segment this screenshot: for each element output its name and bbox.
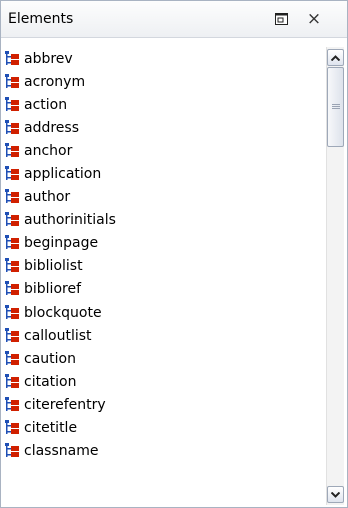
element-icon <box>5 304 19 321</box>
scroll-grip-icon <box>331 104 340 109</box>
list-item[interactable]: address <box>5 116 323 139</box>
element-label: citerefentry <box>24 396 106 413</box>
element-icon <box>5 212 19 228</box>
element-icon <box>5 235 19 251</box>
element-icon <box>5 281 19 297</box>
list-item[interactable]: authorinitials <box>5 209 323 232</box>
list-item[interactable]: author <box>5 186 323 209</box>
panel-title: Elements <box>8 11 74 27</box>
element-label: citation <box>24 373 77 390</box>
element-icon <box>5 327 19 344</box>
element-label: blockquote <box>24 304 102 321</box>
list-item[interactable]: citation <box>5 370 323 393</box>
element-label: biblioref <box>24 281 81 298</box>
element-label: anchor <box>24 142 73 159</box>
element-icon <box>5 350 19 367</box>
vertical-scrollbar[interactable] <box>326 47 344 505</box>
list-item[interactable]: action <box>5 93 323 116</box>
restore-icon[interactable] <box>271 9 291 29</box>
list-item[interactable]: biblioref <box>5 278 323 301</box>
element-list: abbrev acronym action address anchor applicat… <box>5 47 323 505</box>
list-item[interactable]: abbrev <box>5 47 323 70</box>
element-label: application <box>24 166 102 183</box>
element-label: caution <box>24 350 76 367</box>
element-icon <box>5 396 19 413</box>
list-item[interactable]: anchor <box>5 139 323 162</box>
element-icon <box>5 96 19 113</box>
elements-panel: Elements × abbrev acronym action address anc… <box>0 0 348 508</box>
element-label: beginpage <box>24 235 99 252</box>
scroll-up-button[interactable] <box>327 49 344 66</box>
element-label: authorinitials <box>24 212 116 229</box>
element-icon <box>5 443 19 459</box>
close-icon[interactable]: × <box>304 9 324 29</box>
scroll-down-button[interactable] <box>327 486 344 503</box>
element-label: bibliolist <box>24 258 83 275</box>
scrollbar-thumb[interactable] <box>327 67 344 147</box>
element-icon <box>5 420 19 436</box>
element-label: citetitle <box>24 420 78 437</box>
chevron-down-icon <box>331 491 340 498</box>
list-item[interactable]: caution <box>5 347 323 370</box>
element-label: acronym <box>24 73 86 90</box>
list-item[interactable]: beginpage <box>5 232 323 255</box>
list-item[interactable]: blockquote <box>5 301 323 324</box>
element-icon <box>5 50 19 67</box>
element-icon <box>5 258 19 274</box>
element-icon <box>5 373 19 390</box>
element-label: calloutlist <box>24 327 92 344</box>
element-label: author <box>24 189 71 206</box>
element-label: action <box>24 96 68 113</box>
list-item[interactable]: application <box>5 162 323 185</box>
element-label: classname <box>24 443 99 460</box>
element-icon <box>5 189 19 205</box>
panel-header: Elements × <box>1 1 347 38</box>
chevron-up-icon <box>331 54 340 61</box>
element-label: abbrev <box>24 50 73 67</box>
element-icon <box>5 142 19 159</box>
list-item[interactable]: citerefentry <box>5 393 323 416</box>
element-icon <box>5 166 19 182</box>
element-icon <box>5 119 19 136</box>
list-item[interactable]: calloutlist <box>5 324 323 347</box>
element-label: address <box>24 119 80 136</box>
list-item[interactable]: bibliolist <box>5 255 323 278</box>
element-icon <box>5 73 19 90</box>
list-item[interactable]: citetitle <box>5 417 323 440</box>
list-item[interactable]: acronym <box>5 70 323 93</box>
list-item[interactable]: classname <box>5 440 323 463</box>
